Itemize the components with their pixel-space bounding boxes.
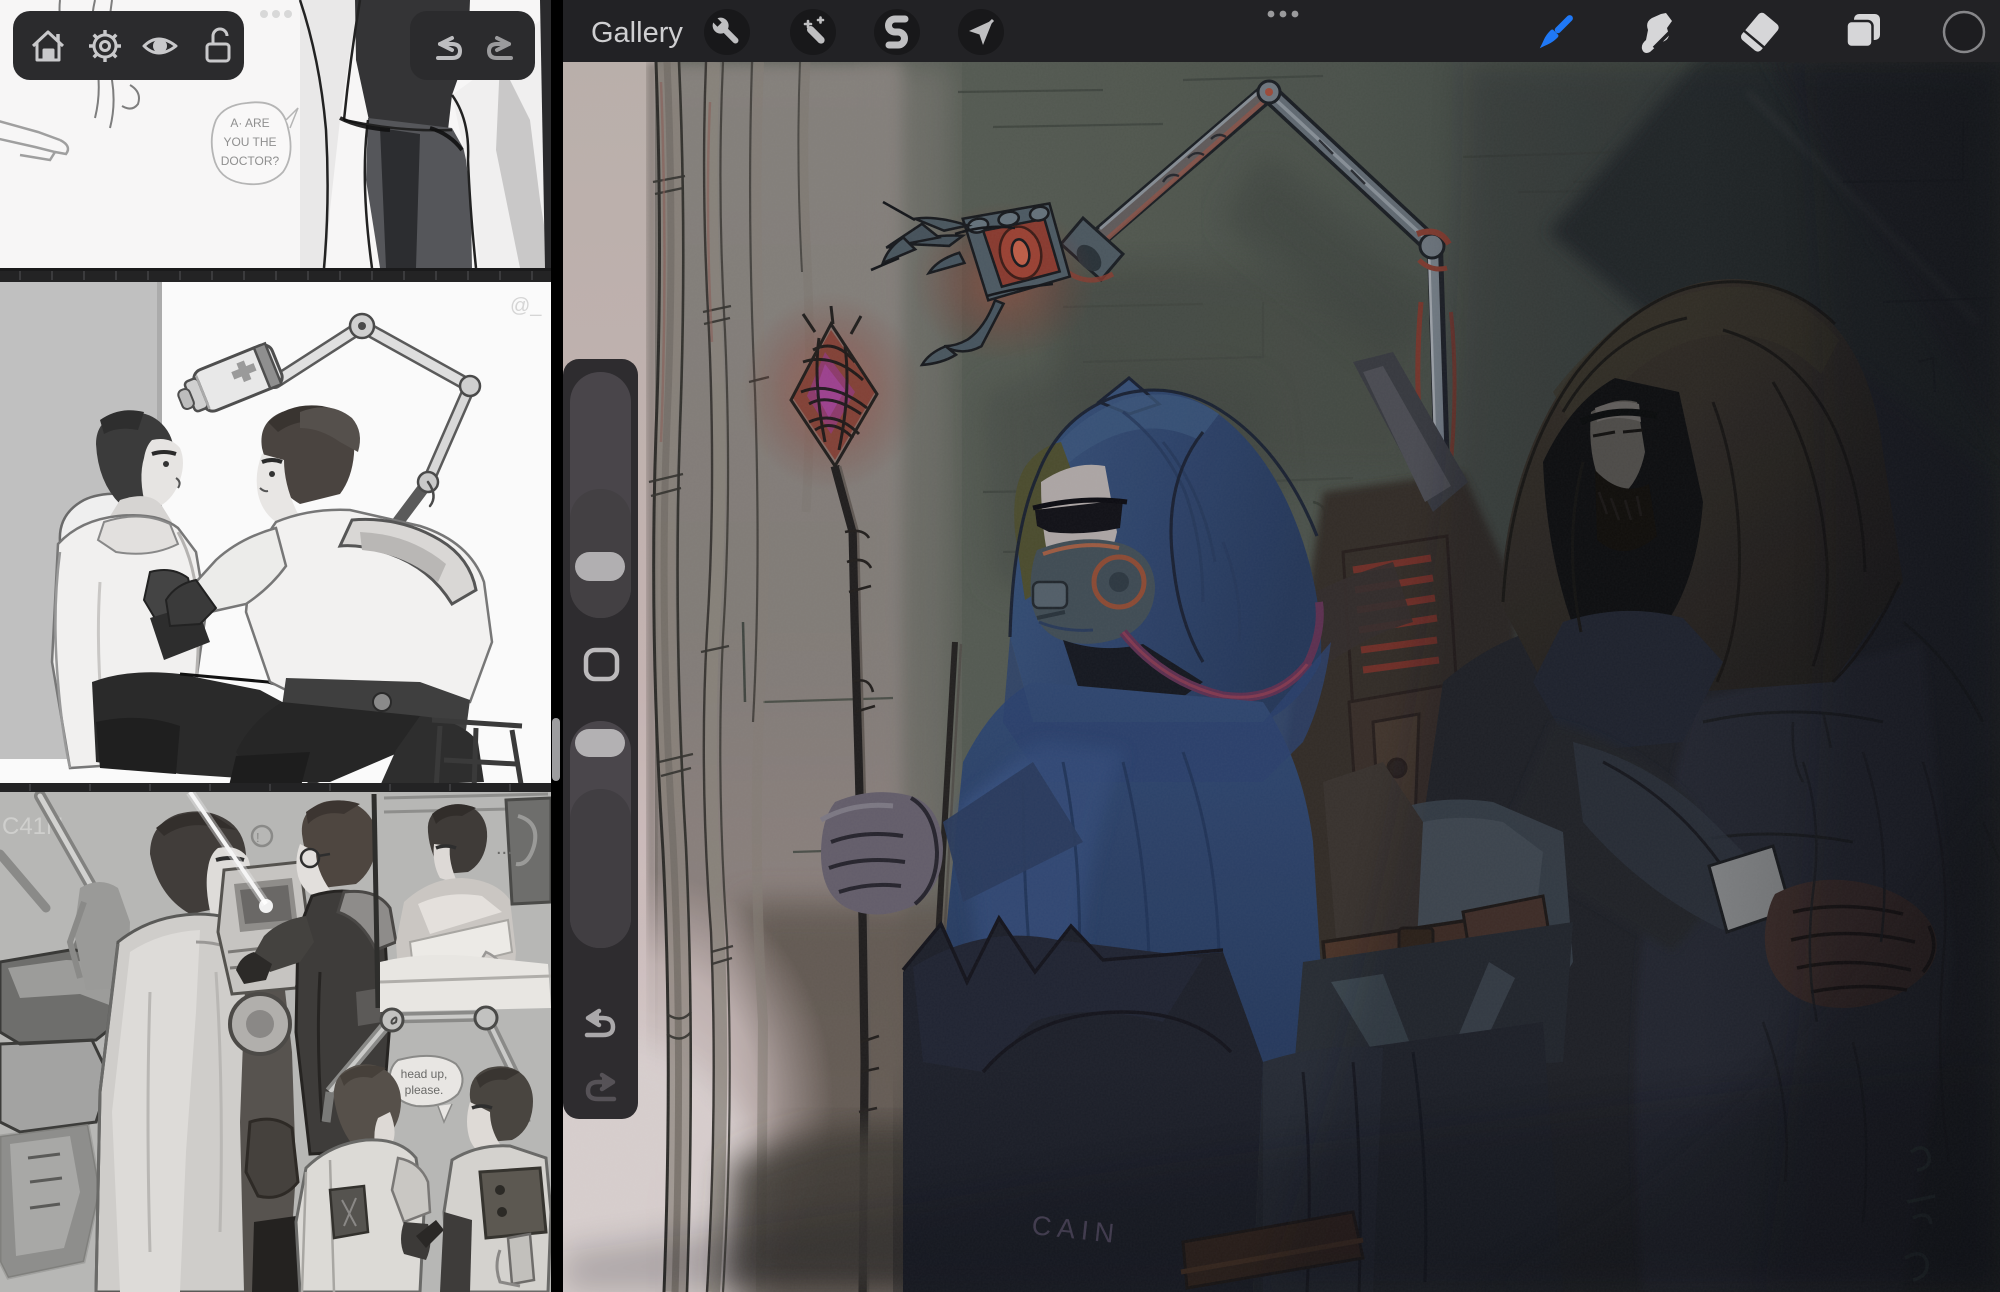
svg-text:DOCTOR?: DOCTOR? [221,154,280,168]
svg-text:@_: @_ [510,295,542,317]
svg-text:Gallery: Gallery [591,17,683,49]
svg-text:!: ! [256,830,260,845]
svg-text:please.: please. [405,1083,444,1097]
svg-text:...: ... [496,837,513,859]
svg-text:head up,: head up, [401,1067,448,1081]
svg-text:YOU THE: YOU THE [223,135,276,149]
svg-text:A· ARE: A· ARE [230,116,269,130]
